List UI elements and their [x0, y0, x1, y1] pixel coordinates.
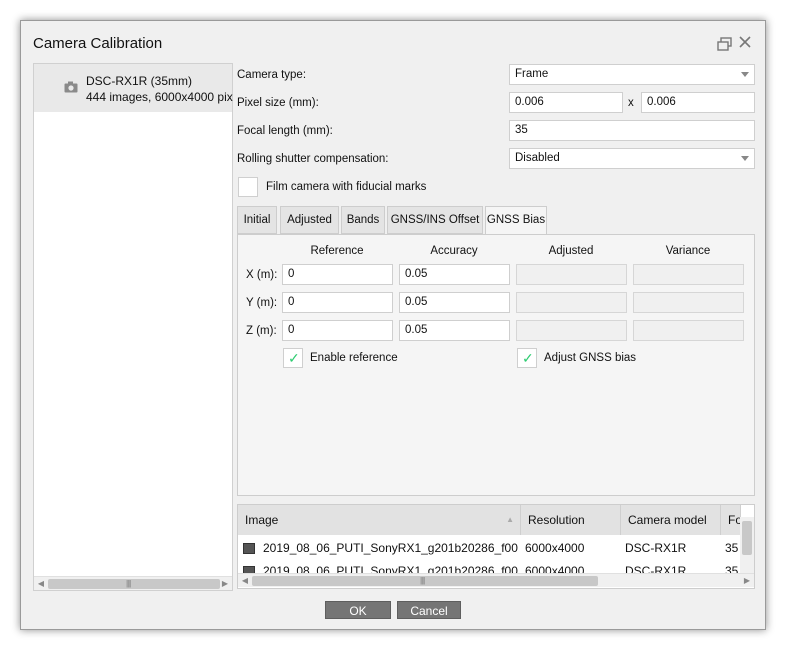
- table-hscroll[interactable]: ◀ |||| ▶: [238, 573, 754, 587]
- x-accuracy-input[interactable]: 0.05: [399, 264, 510, 285]
- image-header-label: Image: [245, 513, 279, 527]
- image-icon: [243, 543, 255, 554]
- camera-calibration-dialog: Camera Calibration DSC-RX1R (35mm) 444 i…: [20, 20, 766, 630]
- scroll-thumb[interactable]: [252, 576, 598, 586]
- camera-type-label: Camera type:: [237, 69, 307, 81]
- column-header-image[interactable]: Image ▲: [238, 505, 521, 535]
- z-variance-field: [633, 320, 744, 341]
- film-camera-checkbox[interactable]: [238, 177, 258, 197]
- grip-icon: ||||: [420, 576, 425, 585]
- resolution-cell: 6000x4000: [525, 541, 585, 555]
- tab-initial[interactable]: Initial: [237, 206, 277, 234]
- scroll-right-icon[interactable]: ▶: [218, 577, 232, 591]
- column-header-adjusted: Adjusted: [548, 245, 594, 257]
- column-header-focal[interactable]: Fo: [721, 505, 741, 535]
- grip-icon: ||||: [126, 579, 131, 588]
- chevron-down-icon: [741, 156, 749, 161]
- camera-model-cell: DSC-RX1R: [625, 541, 687, 555]
- column-header-camera-model[interactable]: Camera model: [621, 505, 721, 535]
- column-header-resolution[interactable]: Resolution: [521, 505, 621, 535]
- y-accuracy-input[interactable]: 0.05: [399, 292, 510, 313]
- scroll-left-icon[interactable]: ◀: [238, 574, 252, 588]
- scroll-right-icon[interactable]: ▶: [740, 574, 754, 588]
- z-reference-input[interactable]: 0: [282, 320, 393, 341]
- close-icon[interactable]: [737, 35, 753, 51]
- column-header-accuracy: Accuracy: [430, 245, 478, 257]
- rolling-shutter-value: Disabled: [515, 152, 560, 164]
- adjust-gnss-bias-label: Adjust GNSS bias: [544, 352, 637, 364]
- images-table: Image ▲ Resolution Camera model Fo 2019_…: [237, 504, 755, 589]
- camera-list-item[interactable]: DSC-RX1R (35mm) 444 images, 6000x4000 pi…: [34, 64, 233, 112]
- image-name-cell: 2019_08_06_PUTI_SonyRX1_g201b20286_f001_…: [263, 541, 518, 555]
- camera-type-select[interactable]: Frame: [509, 64, 755, 85]
- focal-length-input[interactable]: 35: [509, 120, 755, 141]
- column-header-reference: Reference: [310, 245, 364, 257]
- sort-up-icon: ▲: [506, 515, 514, 524]
- ok-button[interactable]: OK: [325, 601, 391, 619]
- scroll-thumb[interactable]: [742, 521, 752, 555]
- x-variance-field: [633, 264, 744, 285]
- column-header-variance: Variance: [665, 245, 711, 257]
- focal-length-label: Focal length (mm):: [237, 125, 333, 137]
- pixel-size-y-input[interactable]: 0.006: [641, 92, 755, 113]
- z-adjusted-field: [516, 320, 627, 341]
- film-camera-label: Film camera with fiducial marks: [266, 181, 427, 193]
- row-label-z: Z (m):: [246, 325, 277, 337]
- rolling-shutter-label: Rolling shutter compensation:: [237, 153, 389, 165]
- y-adjusted-field: [516, 292, 627, 313]
- enable-reference-label: Enable reference: [310, 352, 398, 364]
- camera-list-hscroll[interactable]: ◀ |||| ▶: [34, 576, 232, 590]
- enable-reference-checkbox[interactable]: ✓: [283, 348, 303, 368]
- checkmark-icon: ✓: [522, 350, 534, 366]
- dialog-title: Camera Calibration: [33, 35, 163, 52]
- tab-gnss-ins-offset[interactable]: GNSS/INS Offset: [387, 206, 483, 234]
- scroll-thumb[interactable]: [48, 579, 220, 589]
- adjust-gnss-bias-checkbox[interactable]: ✓: [517, 348, 537, 368]
- row-label-y: Y (m):: [246, 297, 278, 309]
- camera-list: DSC-RX1R (35mm) 444 images, 6000x4000 pi…: [33, 63, 233, 591]
- camera-icon: [64, 81, 78, 93]
- tab-gnss-bias[interactable]: GNSS Bias: [485, 206, 547, 235]
- pixel-size-x-input[interactable]: 0.006: [509, 92, 623, 113]
- chevron-down-icon: [741, 72, 749, 77]
- gnss-bias-panel: Reference Accuracy Adjusted Variance X (…: [237, 234, 755, 496]
- checkmark-icon: ✓: [288, 350, 300, 366]
- y-reference-input[interactable]: 0: [282, 292, 393, 313]
- z-accuracy-input[interactable]: 0.05: [399, 320, 510, 341]
- y-variance-field: [633, 292, 744, 313]
- table-vscroll[interactable]: [740, 517, 754, 573]
- cancel-button[interactable]: Cancel: [397, 601, 461, 619]
- x-adjusted-field: [516, 264, 627, 285]
- pixel-size-separator: x: [628, 97, 634, 109]
- row-label-x: X (m):: [246, 269, 278, 281]
- rolling-shutter-select[interactable]: Disabled: [509, 148, 755, 169]
- x-reference-input[interactable]: 0: [282, 264, 393, 285]
- camera-type-value: Frame: [515, 68, 549, 80]
- scroll-left-icon[interactable]: ◀: [34, 577, 48, 591]
- camera-info: 444 images, 6000x4000 pix: [86, 90, 233, 104]
- tab-adjusted[interactable]: Adjusted: [280, 206, 339, 234]
- restore-icon[interactable]: [717, 37, 733, 51]
- tab-bands[interactable]: Bands: [341, 206, 385, 234]
- camera-name: DSC-RX1R (35mm): [86, 74, 193, 88]
- focal-cell: 35: [725, 541, 739, 555]
- pixel-size-label: Pixel size (mm):: [237, 97, 319, 109]
